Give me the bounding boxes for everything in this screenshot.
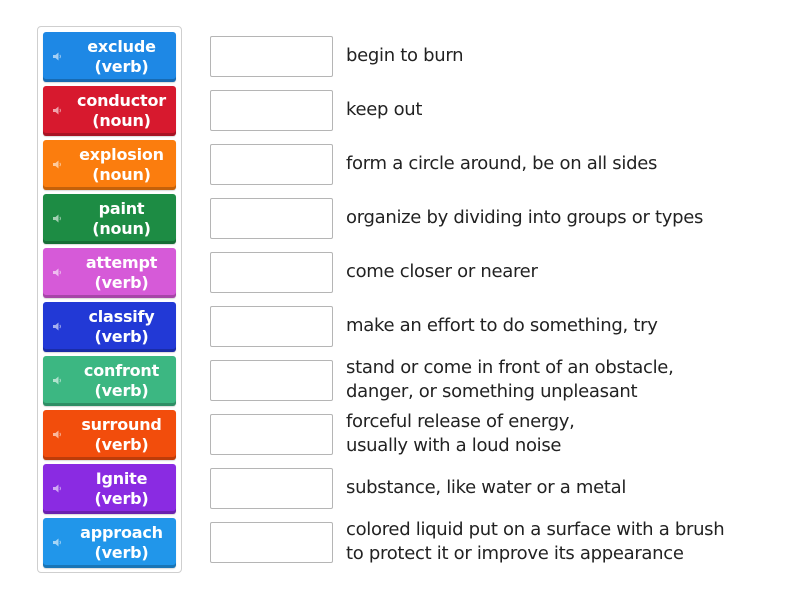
- drop-target-box-8[interactable]: [210, 414, 333, 455]
- speaker-icon[interactable]: [52, 538, 62, 548]
- word-text: classify: [88, 306, 155, 326]
- part-of-speech: (noun): [92, 218, 151, 238]
- word-text: attempt: [85, 252, 158, 272]
- word-text: explosion: [79, 144, 164, 164]
- word-text: confront: [83, 360, 160, 380]
- speaker-icon[interactable]: [52, 322, 62, 332]
- definition-label: substance, like water or a metal: [346, 477, 627, 498]
- word-card-paint[interactable]: paint (noun): [43, 194, 176, 244]
- word-card-surround[interactable]: surround (verb): [43, 410, 176, 460]
- drop-target-box-5[interactable]: [210, 252, 333, 293]
- part-of-speech: (verb): [94, 488, 149, 508]
- drop-target-box-9[interactable]: [210, 468, 333, 509]
- word-text: paint: [98, 198, 145, 218]
- definition-text: begin to burn: [346, 32, 786, 80]
- speaker-icon[interactable]: [52, 52, 62, 62]
- word-card-label: attempt (verb): [71, 251, 172, 294]
- part-of-speech: (verb): [94, 380, 149, 400]
- definition-text: form a circle around, be on all sides: [346, 140, 786, 188]
- definition-label: make an effort to do something, try: [346, 315, 658, 336]
- part-of-speech: (verb): [94, 272, 149, 292]
- part-of-speech: (verb): [94, 326, 149, 346]
- definition-text: make an effort to do something, try: [346, 302, 786, 350]
- speaker-icon[interactable]: [52, 268, 62, 278]
- word-card-label: confront (verb): [71, 359, 172, 402]
- word-card-label: approach (verb): [71, 521, 172, 564]
- word-card-exclude[interactable]: exclude (verb): [43, 32, 176, 82]
- drop-target-box-10[interactable]: [210, 522, 333, 563]
- definition-text: substance, like water or a metal: [346, 464, 786, 512]
- drop-target-box-1[interactable]: [210, 36, 333, 77]
- speaker-icon[interactable]: [52, 106, 62, 116]
- part-of-speech: (verb): [94, 56, 149, 76]
- word-card-label: paint (noun): [71, 197, 172, 240]
- definition-text: colored liquid put on a surface with a b…: [346, 518, 786, 566]
- part-of-speech: (noun): [92, 110, 151, 130]
- definition-text: forceful release of energy, usually with…: [346, 410, 786, 458]
- definition-label: colored liquid put on a surface with a b…: [346, 519, 725, 564]
- speaker-icon[interactable]: [52, 430, 62, 440]
- word-text: Ignite: [95, 468, 148, 488]
- word-card-label: classify (verb): [71, 305, 172, 348]
- word-card-ignite[interactable]: Ignite (verb): [43, 464, 176, 514]
- drop-target-box-4[interactable]: [210, 198, 333, 239]
- word-card-label: exclude (verb): [71, 35, 172, 78]
- word-text: conductor: [77, 90, 166, 110]
- drop-target-box-3[interactable]: [210, 144, 333, 185]
- definition-label: stand or come in front of an obstacle, d…: [346, 357, 674, 402]
- definition-text: come closer or nearer: [346, 248, 786, 296]
- definition-label: forceful release of energy, usually with…: [346, 411, 575, 456]
- word-cards-panel: exclude (verb) conductor (noun) explosio…: [37, 26, 182, 573]
- speaker-icon[interactable]: [52, 376, 62, 386]
- word-text: approach: [80, 522, 163, 542]
- definition-label: organize by dividing into groups or type…: [346, 207, 704, 228]
- word-card-label: surround (verb): [71, 413, 172, 456]
- word-card-label: Ignite (verb): [71, 467, 172, 510]
- word-card-confront[interactable]: confront (verb): [43, 356, 176, 406]
- word-card-conductor[interactable]: conductor (noun): [43, 86, 176, 136]
- part-of-speech: (verb): [94, 542, 149, 562]
- definition-text: keep out: [346, 86, 786, 134]
- part-of-speech: (verb): [94, 434, 149, 454]
- drop-target-box-7[interactable]: [210, 360, 333, 401]
- speaker-icon[interactable]: [52, 484, 62, 494]
- word-card-label: conductor (noun): [71, 89, 172, 132]
- drop-target-box-6[interactable]: [210, 306, 333, 347]
- word-card-explosion[interactable]: explosion (noun): [43, 140, 176, 190]
- speaker-icon[interactable]: [52, 214, 62, 224]
- definition-label: come closer or nearer: [346, 261, 538, 282]
- word-text: exclude: [87, 36, 156, 56]
- speaker-icon[interactable]: [52, 160, 62, 170]
- drop-target-box-2[interactable]: [210, 90, 333, 131]
- definition-label: begin to burn: [346, 45, 464, 66]
- word-card-attempt[interactable]: attempt (verb): [43, 248, 176, 298]
- part-of-speech: (noun): [92, 164, 151, 184]
- definition-text: stand or come in front of an obstacle, d…: [346, 356, 786, 404]
- word-card-approach[interactable]: approach (verb): [43, 518, 176, 568]
- definition-label: keep out: [346, 99, 423, 120]
- word-card-classify[interactable]: classify (verb): [43, 302, 176, 352]
- definition-label: form a circle around, be on all sides: [346, 153, 658, 174]
- word-text: surround: [81, 414, 162, 434]
- word-card-label: explosion (noun): [71, 143, 172, 186]
- definition-text: organize by dividing into groups or type…: [346, 194, 786, 242]
